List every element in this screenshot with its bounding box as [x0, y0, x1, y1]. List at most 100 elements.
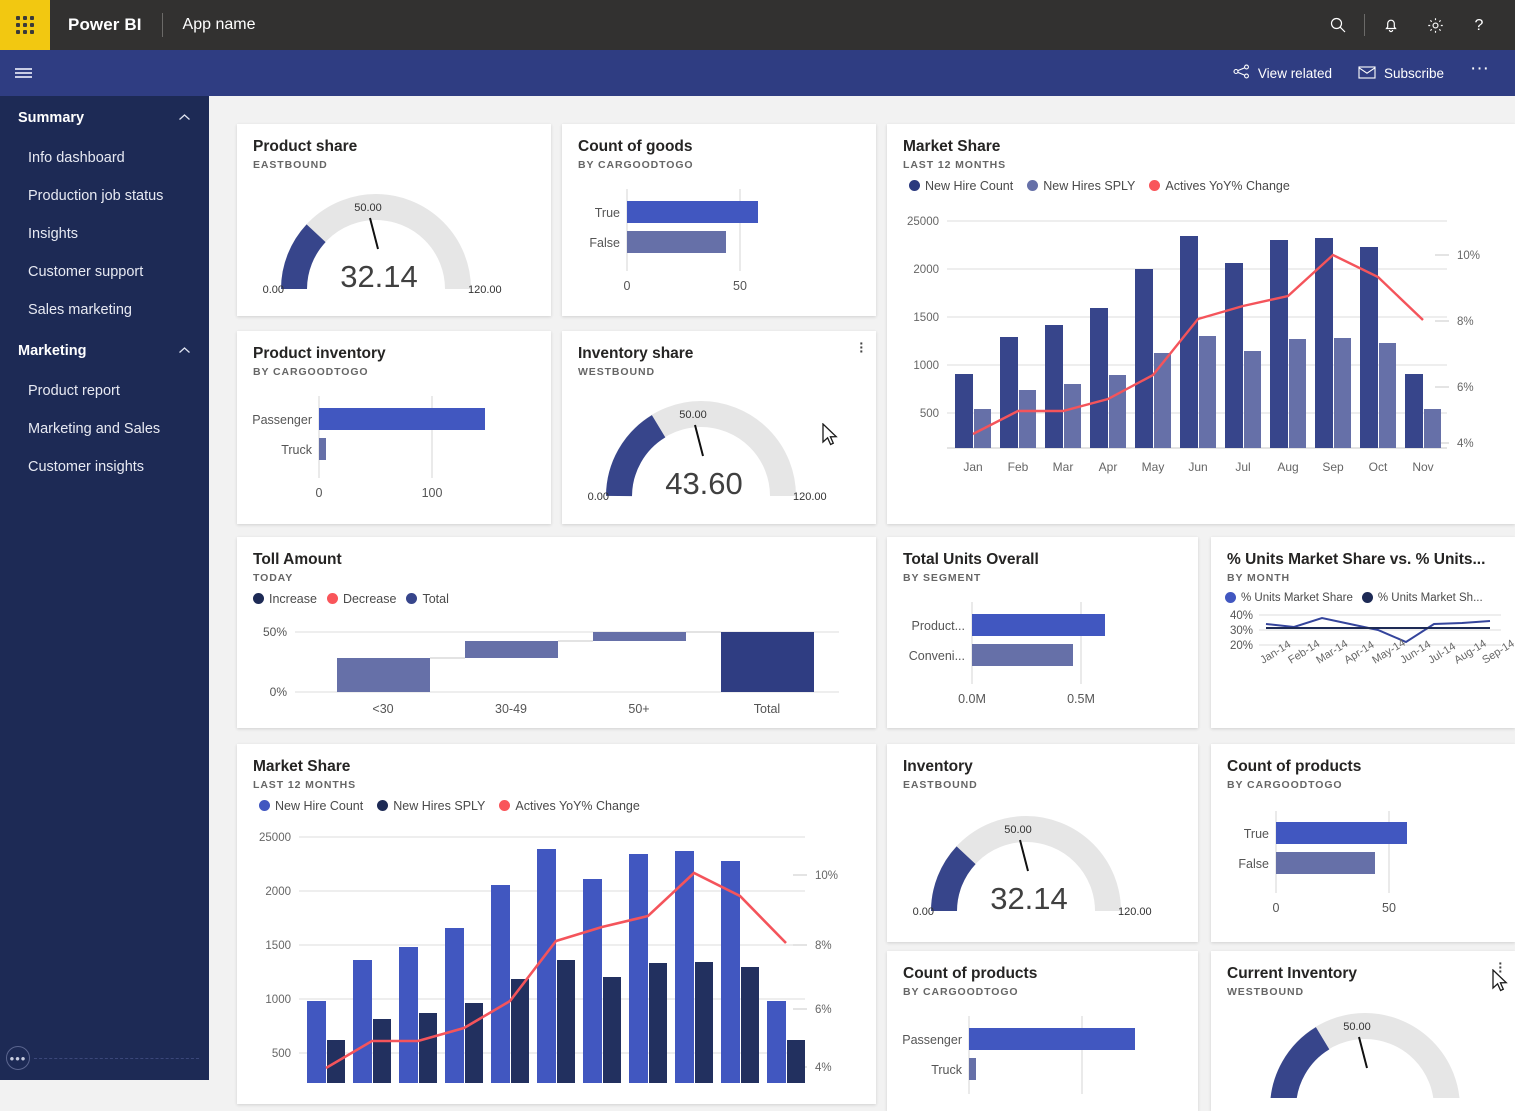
card-title: Inventory — [903, 758, 973, 775]
sidebar-group-marketing[interactable]: Marketing — [0, 329, 209, 372]
view-related-button[interactable]: View related — [1223, 58, 1342, 88]
more-options-button[interactable]: ··· — [1460, 59, 1499, 82]
card-inventory-gauge[interactable]: Inventory EASTBOUND 0.00 120.00 50.00 32… — [887, 744, 1198, 942]
card-inventory-share[interactable]: Inventory share WESTBOUND · · · 0.00 120.0… — [562, 331, 876, 524]
card-inventory-share-header: Inventory share WESTBOUND · · · — [562, 331, 876, 378]
sidebar-resize-handle[interactable] — [34, 1057, 199, 1059]
legend-market-share-bottom: New Hire Count New Hires SPLY Actives Yo… — [237, 791, 876, 813]
card-more-options-icon[interactable]: · · · — [1498, 956, 1503, 978]
bar-label: Truck — [931, 1063, 963, 1077]
brand-title[interactable]: Power BI — [68, 15, 142, 35]
legend-item[interactable]: New Hire Count — [909, 179, 1013, 193]
legend-color-dot — [1149, 180, 1161, 192]
x-axis-tick: Apr-14 — [1342, 639, 1376, 667]
settings-icon[interactable] — [1413, 0, 1457, 50]
y2-axis-tick: 8% — [815, 940, 832, 952]
waterfall-chart-toll-amount: 50% 0% <30 30-49 50+ Total — [263, 625, 839, 716]
y-axis-tick: 1000 — [265, 994, 291, 1006]
card-current-inventory[interactable]: Current Inventory WESTBOUND · · · 50.00 — [1211, 951, 1515, 1111]
card-subtitle: BY MONTH — [1227, 571, 1291, 584]
x-axis-tick: Sep — [1322, 460, 1344, 474]
y-axis-tick: 0% — [270, 685, 288, 699]
legend-color-dot — [259, 800, 270, 812]
legend-color-dot — [909, 180, 920, 192]
sidebar-item-info-dashboard[interactable]: Info dashboard — [0, 139, 209, 177]
x-axis-tick: Jun — [1188, 460, 1207, 474]
x-axis-tick: Sep-14 — [1480, 637, 1515, 666]
sidebar-item-insights[interactable]: Insights — [0, 215, 209, 253]
sidebar-item-marketing-and-sales[interactable]: Marketing and Sales — [0, 410, 209, 448]
gauge-value: 32.14 — [340, 259, 418, 294]
sidebar-item-production-job-status[interactable]: Production job status — [0, 177, 209, 215]
chevron-up-icon-2 — [178, 343, 191, 359]
legend-label: Actives YoY% Change — [1165, 178, 1290, 193]
legend-item[interactable]: Decrease — [326, 592, 396, 606]
card-units-market-share[interactable]: % Units Market Share vs. % Units... BY M… — [1211, 537, 1515, 728]
sidebar-more-button[interactable]: ••• — [6, 1046, 30, 1070]
sidebar-group-summary[interactable]: Summary — [0, 96, 209, 139]
card-market-share-bottom[interactable]: Market Share LAST 12 MONTHS New Hire Cou… — [237, 744, 876, 1104]
card-total-units-overall-header: Total Units Overall BY SEGMENT — [887, 537, 1198, 584]
card-toll-amount[interactable]: Toll Amount TODAY Increase Decrease Tota… — [237, 537, 876, 728]
subscribe-button[interactable]: Subscribe — [1348, 59, 1454, 88]
legend-item[interactable]: Total — [406, 592, 449, 606]
legend-item[interactable]: New Hires SPLY — [377, 799, 485, 813]
card-count-of-goods[interactable]: Count of goods BY CARGOODTOGO True False… — [562, 124, 876, 316]
card-market-share-top-header: Market Share LAST 12 MONTHS — [887, 124, 1515, 171]
y2-axis-tick: 6% — [1457, 382, 1474, 394]
card-inventory-gauge-header: Inventory EASTBOUND — [887, 744, 1198, 791]
line-chart-units-market-share: 40% 30% 20% Jan-14 Feb-14 Mar-14 Apr-14 … — [1230, 610, 1515, 667]
bar-label: Conveni... — [909, 649, 965, 663]
sidebar-item-product-report[interactable]: Product report — [0, 372, 209, 410]
x-axis-tick: <30 — [372, 702, 393, 716]
card-subtitle: EASTBOUND — [253, 158, 328, 171]
legend-item[interactable]: % Units Market Sh... — [1361, 592, 1483, 604]
help-icon[interactable]: ? — [1457, 0, 1501, 50]
hamburger-menu-icon[interactable] — [0, 50, 46, 96]
card-product-inventory[interactable]: Product inventory BY CARGOODTOGO Passeng… — [237, 331, 551, 524]
sidebar-group-summary-label: Summary — [18, 110, 85, 126]
x-axis-tick: May — [1142, 460, 1165, 474]
gauge-target-label: 50.00 — [1343, 1021, 1371, 1033]
legend-item[interactable]: Actives YoY% Change — [499, 798, 640, 813]
card-market-share-top[interactable]: Market Share LAST 12 MONTHS New Hire Cou… — [887, 124, 1515, 524]
card-count-of-goods-header: Count of goods BY CARGOODTOGO — [562, 124, 876, 171]
legend-item[interactable]: New Hires SPLY — [1027, 179, 1135, 193]
legend-color-dot — [406, 593, 418, 605]
legend-item[interactable]: Actives YoY% Change — [1149, 178, 1290, 193]
card-subtitle: EASTBOUND — [903, 778, 978, 791]
app-name-label[interactable]: App name — [183, 16, 256, 34]
legend-item[interactable]: Increase — [253, 592, 317, 606]
gauge-current-inventory: 50.00 — [1270, 1012, 1460, 1109]
bar-chart-count-of-products-right: True False 0 50 — [1238, 810, 1407, 915]
legend-color-dot — [1361, 592, 1373, 604]
card-product-share-header: Product share EASTBOUND — [237, 124, 551, 171]
sidebar-item-customer-insights[interactable]: Customer insights — [0, 448, 209, 486]
x-axis-tick: 30-49 — [495, 702, 527, 716]
card-subtitle: BY CARGOODTOGO — [1227, 778, 1343, 791]
card-product-share[interactable]: Product share EASTBOUND 0.00 120.00 50.0… — [237, 124, 551, 316]
card-count-of-products-bottom[interactable]: Count of products BY CARGOODTOGO Passeng… — [887, 951, 1198, 1111]
app-launcher-button[interactable] — [0, 0, 50, 50]
card-market-share-bottom-header: Market Share LAST 12 MONTHS — [237, 744, 876, 791]
card-count-of-products-right[interactable]: Count of products BY CARGOODTOGO True Fa… — [1211, 744, 1515, 942]
sidebar-item-sales-marketing[interactable]: Sales marketing — [0, 291, 209, 329]
legend-units-market-share: % Units Market Share % Units Market Sh..… — [1211, 584, 1515, 604]
notifications-icon[interactable] — [1369, 0, 1413, 50]
legend-item[interactable]: % Units Market Share — [1225, 592, 1353, 604]
card-total-units-overall[interactable]: Total Units Overall BY SEGMENT Product..… — [887, 537, 1198, 728]
card-subtitle: BY CARGOODTOGO — [903, 985, 1019, 998]
legend-color-dot — [1027, 180, 1039, 192]
gauge-min-label: 0.00 — [263, 284, 284, 296]
y-axis-tick: 500 — [272, 1048, 291, 1060]
legend-label: Actives YoY% Change — [515, 798, 640, 813]
sidebar-item-customer-support[interactable]: Customer support — [0, 253, 209, 291]
card-more-options-icon[interactable]: · · · — [859, 336, 864, 358]
card-product-inventory-header: Product inventory BY CARGOODTOGO — [237, 331, 551, 378]
gauge-inventory-share: 0.00 120.00 50.00 43.60 — [588, 400, 827, 503]
x-axis-tick: 50+ — [628, 702, 649, 716]
share-nodes-icon — [1233, 64, 1250, 82]
search-icon[interactable] — [1316, 0, 1360, 50]
legend-item[interactable]: New Hire Count — [259, 799, 363, 813]
card-title: Product share — [253, 138, 358, 155]
